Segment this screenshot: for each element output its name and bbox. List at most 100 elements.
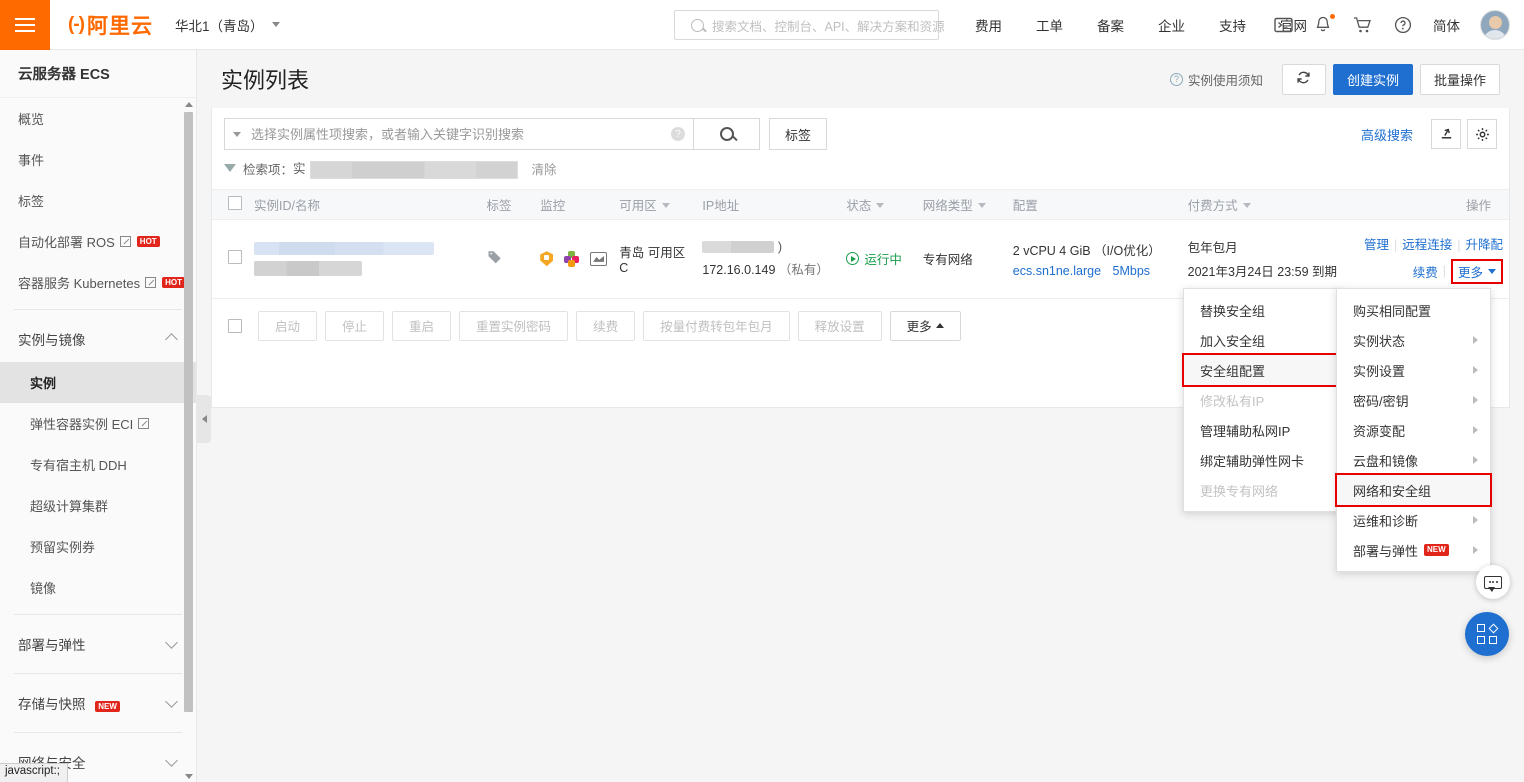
notification-badge (1330, 14, 1335, 19)
col-status-label: 状态 (846, 198, 872, 213)
menu-item-password-key[interactable]: 密码/密钥 (1337, 385, 1490, 415)
col-network-type[interactable]: 网络类型 (916, 188, 1007, 220)
sidebar-item-kubernetes[interactable]: 容器服务 Kubernetes HOT (0, 262, 196, 303)
sidebar-item-overview[interactable]: 概览 (0, 98, 196, 139)
sidebar-item-tags[interactable]: 标签 (0, 180, 196, 221)
scroll-up-arrow-icon[interactable] (184, 98, 193, 110)
sidebar-item-events[interactable]: 事件 (0, 139, 196, 180)
more-actions-button[interactable]: 更多 (889, 310, 961, 341)
sidebar-item-instances[interactable]: 实例 (0, 362, 196, 403)
menu-item-buy-same-config[interactable]: 购买相同配置 (1337, 295, 1490, 325)
select-all-checkbox[interactable] (228, 195, 242, 210)
renew-button[interactable]: 续费 (576, 310, 636, 341)
row-checkbox[interactable] (228, 250, 242, 265)
search-button[interactable] (694, 118, 760, 150)
sidebar-item-eci[interactable]: 弹性容器实例 ECI (0, 403, 196, 444)
sidebar-item-ros[interactable]: 自动化部署 ROS HOT (0, 221, 196, 262)
upgrade-downgrade-link[interactable]: 升降配 (1465, 238, 1503, 252)
menu-item-network-security-group[interactable]: 网络和安全组 (1335, 473, 1492, 507)
chat-support-button[interactable] (1476, 565, 1510, 599)
col-pay-type[interactable]: 付费方式 (1181, 188, 1358, 220)
restart-button[interactable]: 重启 (392, 310, 452, 341)
menu-item-resource-change[interactable]: 资源变配 (1337, 415, 1490, 445)
table-header-row: 实例ID/名称 标签 监控 可用区 IP地址 状态 网络类型 配置 付费方式 操… (212, 188, 1509, 220)
region-selector[interactable]: 华北1（青岛） (175, 15, 280, 35)
menu-toggle-button[interactable] (0, 0, 50, 50)
reset-password-button[interactable]: 重置实例密码 (459, 310, 569, 341)
more-dropdown-button[interactable]: 更多 (1450, 258, 1503, 284)
cart-icon[interactable] (1353, 15, 1373, 35)
menu-item-label: 部署与弹性 (1353, 543, 1419, 559)
app-launcher-button[interactable] (1465, 612, 1509, 656)
menu-item-ops-diagnostics[interactable]: 运维和诊断 (1337, 505, 1490, 535)
refresh-button[interactable] (1281, 63, 1326, 95)
pay-type-value: 包年包月 (1187, 241, 1238, 256)
menu-item-replace-security-group[interactable]: 替换安全组 (1184, 295, 1340, 325)
sidebar-collapse-handle[interactable] (197, 395, 211, 443)
sidebar-group-storage[interactable]: 存储与快照 NEW (0, 680, 196, 726)
start-button[interactable]: 启动 (258, 310, 318, 341)
cluster-icon[interactable] (564, 251, 580, 268)
avatar[interactable] (1480, 10, 1510, 40)
menu-item-instance-settings[interactable]: 实例设置 (1337, 355, 1490, 385)
menu-item-instance-status[interactable]: 实例状态 (1337, 325, 1490, 355)
nav-item-support[interactable]: 支持 (1219, 15, 1246, 35)
export-button[interactable] (1431, 119, 1461, 149)
nav-item-icp[interactable]: 备案 (1097, 15, 1124, 35)
menu-item-manage-secondary-private-ip[interactable]: 管理辅助私网IP (1184, 415, 1340, 445)
expire-value: 2021年3月24日 23:59 到期 (1187, 265, 1338, 280)
bulk-select-checkbox[interactable] (228, 318, 242, 333)
bandwidth-value: 5Mbps (1112, 263, 1151, 278)
batch-operation-button[interactable]: 批量操作 (1419, 63, 1500, 95)
cell-instance-id[interactable] (248, 219, 481, 299)
menu-item-disk-image[interactable]: 云盘和镜像 (1337, 445, 1490, 475)
sidebar-item-ddh[interactable]: 专有宿主机 DDH (0, 444, 196, 485)
scrollbar-thumb[interactable] (184, 112, 193, 712)
nav-item-ticket[interactable]: 工单 (1036, 15, 1063, 35)
aliyun-logo[interactable]: (-) 阿里云 (68, 10, 153, 40)
nav-item-enterprise[interactable]: 企业 (1158, 15, 1185, 35)
search-input[interactable] (251, 126, 671, 142)
menu-item-security-group-config[interactable]: 安全组配置 (1182, 353, 1342, 387)
help-circle-icon[interactable]: ? (671, 127, 685, 141)
chevron-down-icon[interactable] (233, 131, 241, 137)
menu-item-join-security-group[interactable]: 加入安全组 (1184, 325, 1340, 355)
filter-chip[interactable]: 实 (293, 158, 518, 179)
create-instance-button[interactable]: 创建实例 (1332, 63, 1413, 95)
scroll-down-arrow-icon[interactable] (184, 770, 193, 782)
renew-link[interactable]: 续费 (1413, 262, 1438, 281)
global-search[interactable]: 搜索文档、控制台、API、解决方案和资源 (674, 10, 945, 40)
advanced-search-link[interactable]: 高级搜索 (1361, 125, 1413, 144)
sidebar-item-scc[interactable]: 超级计算集群 (0, 485, 196, 526)
tag-icon[interactable] (487, 251, 503, 268)
instance-notice-link[interactable]: ? 实例使用须知 (1169, 70, 1263, 89)
nav-item-fee[interactable]: 费用 (975, 15, 1002, 35)
manage-link[interactable]: 管理 (1364, 238, 1389, 252)
sidebar-group-instances[interactable]: 实例与镜像 (0, 316, 196, 362)
stop-button[interactable]: 停止 (325, 310, 385, 341)
menu-item-deploy-elasticity[interactable]: 部署与弹性 NEW (1337, 535, 1490, 565)
release-settings-button[interactable]: 释放设置 (797, 310, 882, 341)
monitor-chart-icon[interactable] (590, 251, 608, 266)
table-body: 青岛 可用区C ) 172.16.0.149 （私有） 运行中 专有网络 2 v… (212, 219, 1509, 299)
clear-filters-link[interactable]: 清除 (532, 159, 557, 178)
sidebar-item-images[interactable]: 镜像 (0, 567, 196, 608)
sidebar-item-reserved-instance[interactable]: 预留实例券 (0, 526, 196, 567)
language-switcher[interactable]: 简体 (1433, 15, 1460, 35)
tag-filter-button[interactable]: 标签 (769, 118, 827, 150)
bell-icon[interactable] (1313, 14, 1335, 35)
attribute-search-box[interactable]: ? (224, 118, 694, 150)
sidebar-group-deploy[interactable]: 部署与弹性 (0, 621, 196, 667)
convert-to-subscription-button[interactable]: 按量付费转包年包月 (643, 310, 790, 341)
column-settings-button[interactable] (1467, 119, 1497, 149)
remote-connect-link[interactable]: 远程连接 (1402, 238, 1452, 252)
shield-icon[interactable] (540, 251, 554, 267)
help-icon[interactable] (1393, 15, 1413, 35)
col-zone[interactable]: 可用区 (613, 188, 697, 220)
col-status[interactable]: 状态 (840, 188, 917, 220)
instance-type-link[interactable]: ecs.sn1ne.large (1013, 264, 1101, 278)
menu-item-bind-secondary-eni[interactable]: 绑定辅助弹性网卡 (1184, 445, 1340, 475)
terminal-icon[interactable] (1273, 15, 1293, 35)
filter-icon (224, 164, 236, 173)
sidebar-scrollbar[interactable] (184, 98, 193, 782)
